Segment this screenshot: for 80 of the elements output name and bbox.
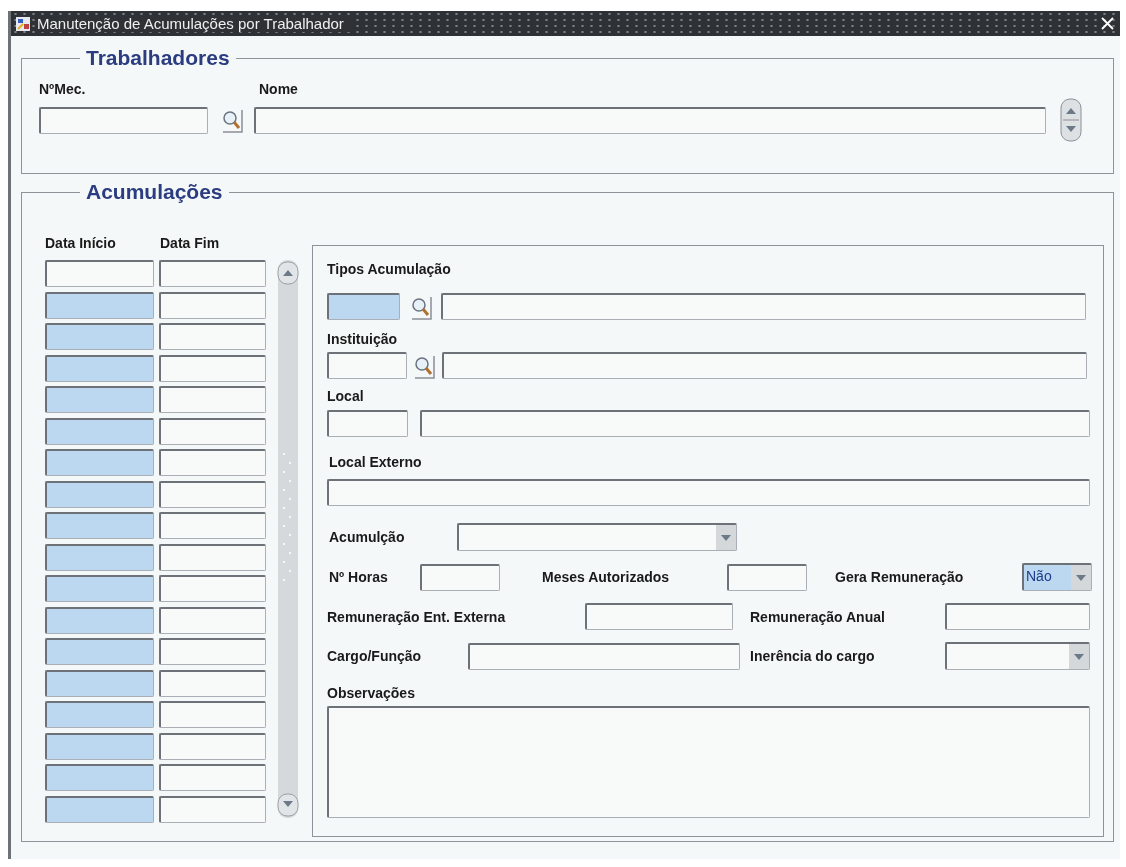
type-code-field[interactable] [327,293,400,320]
authorized-months-field[interactable] [727,563,807,591]
app-icon [15,15,31,32]
notes-field[interactable] [327,706,1090,818]
start-date-field[interactable] [45,512,154,539]
institution-code-field[interactable] [327,352,407,379]
external-remuneration-field[interactable] [585,603,733,630]
end-date-field[interactable] [159,638,266,665]
start-date-field[interactable] [45,795,154,823]
search-icon[interactable] [220,107,244,133]
end-date-field[interactable] [159,701,266,728]
field-label: Local Externo [329,454,422,470]
location-name-field[interactable] [420,410,1090,437]
field-label: Gera Remuneração [835,569,965,585]
start-date-field[interactable] [45,291,154,319]
start-date-field[interactable] [45,386,154,413]
end-date-field[interactable] [159,732,266,760]
field-label: Nº Horas [329,569,389,585]
end-date-field[interactable] [159,480,266,508]
end-date-field[interactable] [159,764,266,791]
end-date-field[interactable] [159,575,266,602]
end-date-field[interactable] [159,291,266,319]
window-title: Manutenção de Acumulações por Trabalhador [37,15,352,32]
start-date-field[interactable] [45,638,154,665]
close-icon[interactable] [1101,17,1114,30]
type-description-field[interactable] [441,293,1086,320]
field-label: Cargo/Função [327,648,423,664]
accumulation-dropdown[interactable] [457,523,737,551]
field-label: Remuneração Anual [750,608,886,625]
position-inherence-dropdown[interactable] [945,642,1090,670]
number-field[interactable] [39,106,208,134]
start-date-field[interactable] [45,575,154,602]
end-date-field[interactable] [159,795,266,823]
start-date-field[interactable] [45,701,154,728]
field-label: Remuneração Ent. Externa [327,608,507,625]
end-date-field[interactable] [159,386,266,413]
field-label: NºMec. [39,81,87,97]
column-header: Data Fim [160,235,220,253]
end-date-field[interactable] [159,417,266,445]
end-date-field[interactable] [159,543,266,571]
field-label: Observações [327,685,415,701]
annual-remuneration-field[interactable] [945,603,1090,630]
name-field[interactable] [254,106,1046,134]
end-date-field[interactable] [159,512,266,539]
field-label: Meses Autorizados [542,569,671,585]
end-date-field[interactable] [159,606,266,634]
end-date-field[interactable] [159,354,266,382]
end-date-field[interactable] [159,260,266,287]
start-date-field[interactable] [45,764,154,791]
start-date-field[interactable] [45,449,154,476]
start-date-field[interactable] [45,323,154,350]
scrollbar[interactable] [277,260,299,818]
institution-name-field[interactable] [442,352,1087,379]
location-code-field[interactable] [327,410,408,437]
start-date-field[interactable] [45,417,154,445]
hours-field[interactable] [420,563,500,591]
dropdown-arrow-icon [1074,653,1084,660]
dropdown-arrow-icon [721,534,731,541]
dropdown-arrow-icon [1076,574,1086,581]
field-label: Acumulção [329,529,406,545]
start-date-field[interactable] [45,480,154,508]
start-date-field[interactable] [45,260,154,287]
field-label: Local [327,388,364,404]
start-date-field[interactable] [45,354,154,382]
start-date-field[interactable] [45,669,154,697]
end-date-field[interactable] [159,669,266,697]
remuneration-dropdown[interactable]: Não [1022,563,1092,591]
column-header: Data Início [45,235,117,253]
field-label: Nome [259,81,298,97]
end-date-field[interactable] [159,449,266,476]
start-date-field[interactable] [45,543,154,571]
start-date-field[interactable] [45,732,154,760]
end-date-field[interactable] [159,323,266,350]
position-field[interactable] [468,642,740,670]
record-spinner-icon[interactable] [1060,98,1082,142]
field-label: Instituição [327,331,397,347]
external-location-field[interactable] [327,479,1090,506]
start-date-field[interactable] [45,606,154,634]
field-label: Inerência do cargo [750,648,876,664]
field-label: Tipos Acumulação [327,261,451,277]
